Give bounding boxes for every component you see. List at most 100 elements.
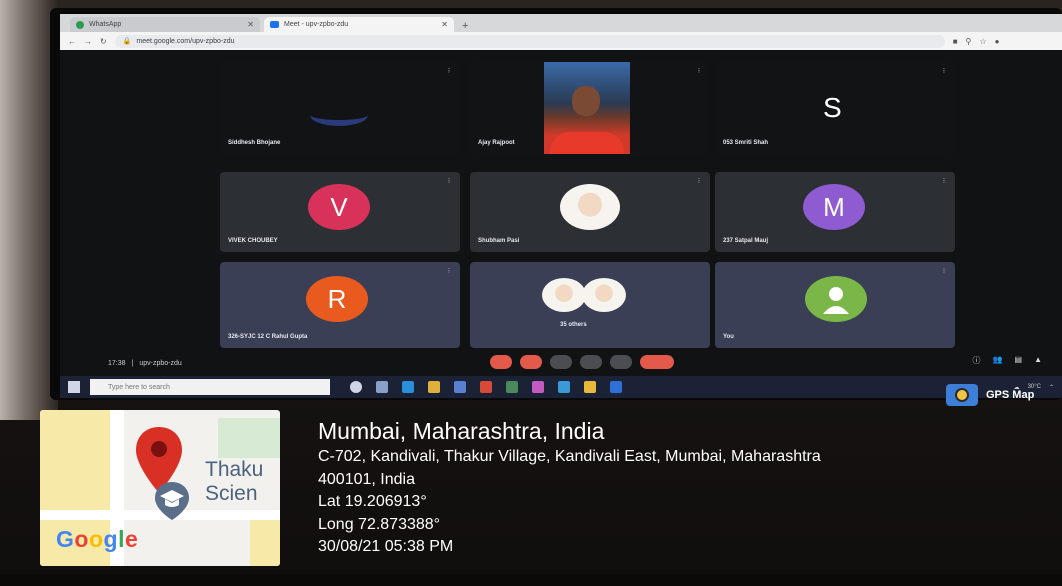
app-icon[interactable] xyxy=(610,381,622,393)
more-icon[interactable]: ⠇ xyxy=(943,178,947,185)
face xyxy=(572,86,600,116)
school-icon xyxy=(155,482,189,520)
more-icon[interactable]: ⠇ xyxy=(448,68,452,75)
shirt xyxy=(550,132,624,154)
meeting-code: upv-zpbo-zdu xyxy=(139,359,182,367)
cortana-icon[interactable] xyxy=(350,381,362,393)
activities-icon[interactable]: ▲ xyxy=(1034,355,1042,366)
more-icon[interactable]: ⠇ xyxy=(698,68,702,75)
raise-hand-button[interactable] xyxy=(550,355,572,369)
camera-button[interactable] xyxy=(520,355,542,369)
tab-whatsapp[interactable]: WhatsApp ✕ xyxy=(70,17,260,32)
mic-button[interactable] xyxy=(490,355,512,369)
folder-icon[interactable] xyxy=(428,381,440,393)
meet-controls-bar: 17:38 | upv-zpbo-zdu ⓘ 👥 ▤ ▲ xyxy=(60,350,1062,376)
participant-name: You xyxy=(723,334,734,340)
more-options-button[interactable] xyxy=(610,355,632,369)
task-view-icon[interactable] xyxy=(376,381,388,393)
map-place-line: Scien xyxy=(205,482,258,505)
app-icon[interactable] xyxy=(532,381,544,393)
browser-toolbar: ← → ↻ 🔒 meet.google.com/upv-zpbo-zdu ■ ⚲… xyxy=(60,32,1062,50)
participant-name: 053 Smriti Shah xyxy=(723,140,769,146)
participant-photo xyxy=(542,278,586,312)
participant-tile[interactable]: Ajay Rajpoot ⠇ xyxy=(470,62,710,154)
camera-icon[interactable]: ■ xyxy=(953,37,958,46)
present-button[interactable] xyxy=(580,355,602,369)
latitude: Lat 19.206913° xyxy=(318,493,427,510)
timestamp: 30/08/21 05:38 PM xyxy=(318,538,454,555)
others-tile[interactable]: 35 others xyxy=(470,262,710,348)
edge-icon[interactable] xyxy=(402,381,414,393)
meet-grid: Siddhesh Bhojane ⠇ Ajay Rajpoot ⠇ S 053 … xyxy=(60,50,1062,350)
participant-tile[interactable]: R 326-SYJC 12 C Rahul Gupta ⠇ xyxy=(220,262,460,348)
close-icon[interactable]: ✕ xyxy=(441,20,448,29)
taskbar-search-input[interactable]: Type here to search xyxy=(90,379,330,395)
participant-tile[interactable]: Shubham Pasi ⠇ xyxy=(470,172,710,252)
info-icon[interactable]: ⓘ xyxy=(973,355,981,366)
app-icon[interactable] xyxy=(558,381,570,393)
map-place-line: Thaku xyxy=(205,458,264,481)
chat-icon[interactable]: ▤ xyxy=(1015,355,1023,366)
address-line: C-702, Kandivali, Thakur Village, Kandiv… xyxy=(318,448,821,465)
new-tab-button[interactable]: + xyxy=(458,20,472,32)
address-bar[interactable]: 🔒 meet.google.com/upv-zpbo-zdu xyxy=(114,34,945,48)
app-icon[interactable] xyxy=(584,381,596,393)
more-icon[interactable]: ⠇ xyxy=(943,268,947,275)
chevron-up-icon[interactable]: ⌃ xyxy=(1049,384,1054,391)
call-controls xyxy=(490,355,674,369)
participant-avatar: R xyxy=(306,276,368,322)
self-tile[interactable]: You ⠇ xyxy=(715,262,955,348)
user-icon xyxy=(805,276,867,322)
participant-name: VIVEK CHOUBEY xyxy=(228,238,278,244)
more-icon[interactable]: ⠇ xyxy=(698,178,702,185)
participant-photo xyxy=(582,278,626,312)
more-icon[interactable]: ⠇ xyxy=(448,178,452,185)
back-icon[interactable]: ← xyxy=(68,37,76,46)
browser-tab-strip: WhatsApp ✕ Meet - upv-zpbo-zdu ✕ + xyxy=(60,14,1062,32)
search-icon[interactable]: ⚲ xyxy=(966,37,972,46)
people-icon[interactable]: 👥 xyxy=(993,355,1003,366)
participant-initial: S xyxy=(823,92,842,123)
taskbar-apps xyxy=(350,381,622,393)
participant-video xyxy=(544,62,630,154)
windows-start-icon[interactable] xyxy=(68,381,80,393)
forward-icon[interactable]: → xyxy=(84,37,92,46)
participant-name: Shubham Pasi xyxy=(478,238,520,244)
participant-name: 237 Satpal Mauj xyxy=(723,238,769,244)
close-icon[interactable]: ✕ xyxy=(247,20,254,29)
participant-photo xyxy=(560,184,620,230)
photo-scene: WhatsApp ✕ Meet - upv-zpbo-zdu ✕ + ← → ↻… xyxy=(0,0,1062,586)
map-area xyxy=(250,520,280,566)
gps-app-tag: GPS Map xyxy=(946,384,1034,406)
google-logo: Google xyxy=(56,526,139,552)
reload-icon[interactable]: ↻ xyxy=(100,37,107,46)
participant-tile[interactable]: V VIVEK CHOUBEY ⠇ xyxy=(220,172,460,252)
map-thumbnail: Thaku Scien Google xyxy=(40,410,280,566)
address-line: 400101, India xyxy=(318,470,415,488)
map-park xyxy=(218,418,280,458)
office-icon[interactable] xyxy=(480,381,492,393)
participant-tile[interactable]: S 053 Smriti Shah ⠇ xyxy=(715,62,955,154)
windows-taskbar: Type here to search ☁ 30°C ⌃ xyxy=(60,376,1062,398)
participant-tile[interactable]: Siddhesh Bhojane ⠇ xyxy=(220,62,460,154)
leave-call-button[interactable] xyxy=(640,355,674,369)
tab-label: Meet - upv-zpbo-zdu xyxy=(284,21,349,28)
more-icon[interactable]: ⠇ xyxy=(448,268,452,275)
avatar[interactable]: ● xyxy=(995,37,1000,46)
participant-tile[interactable]: M 237 Satpal Mauj ⠇ xyxy=(715,172,955,252)
store-icon[interactable] xyxy=(454,381,466,393)
toolbar-extensions: ■ ⚲ ☆ ● xyxy=(953,37,1000,46)
whatsapp-icon xyxy=(76,20,84,29)
location-info: Mumbai, Maharashtra, India C-702, Kandiv… xyxy=(318,416,821,559)
tab-meet[interactable]: Meet - upv-zpbo-zdu ✕ xyxy=(264,17,454,32)
side-controls: ⓘ 👥 ▤ ▲ xyxy=(973,355,1042,366)
participant-video xyxy=(310,104,368,126)
meet-icon xyxy=(270,21,279,28)
star-icon[interactable]: ☆ xyxy=(979,37,986,46)
longitude: Long 72.873388° xyxy=(318,515,441,533)
gps-app-label: GPS Map xyxy=(986,389,1035,401)
location-city: Mumbai, Maharashtra, India xyxy=(318,418,605,444)
more-icon[interactable]: ⠇ xyxy=(943,68,947,75)
others-count: 35 others xyxy=(560,322,587,328)
chrome-icon[interactable] xyxy=(506,381,518,393)
